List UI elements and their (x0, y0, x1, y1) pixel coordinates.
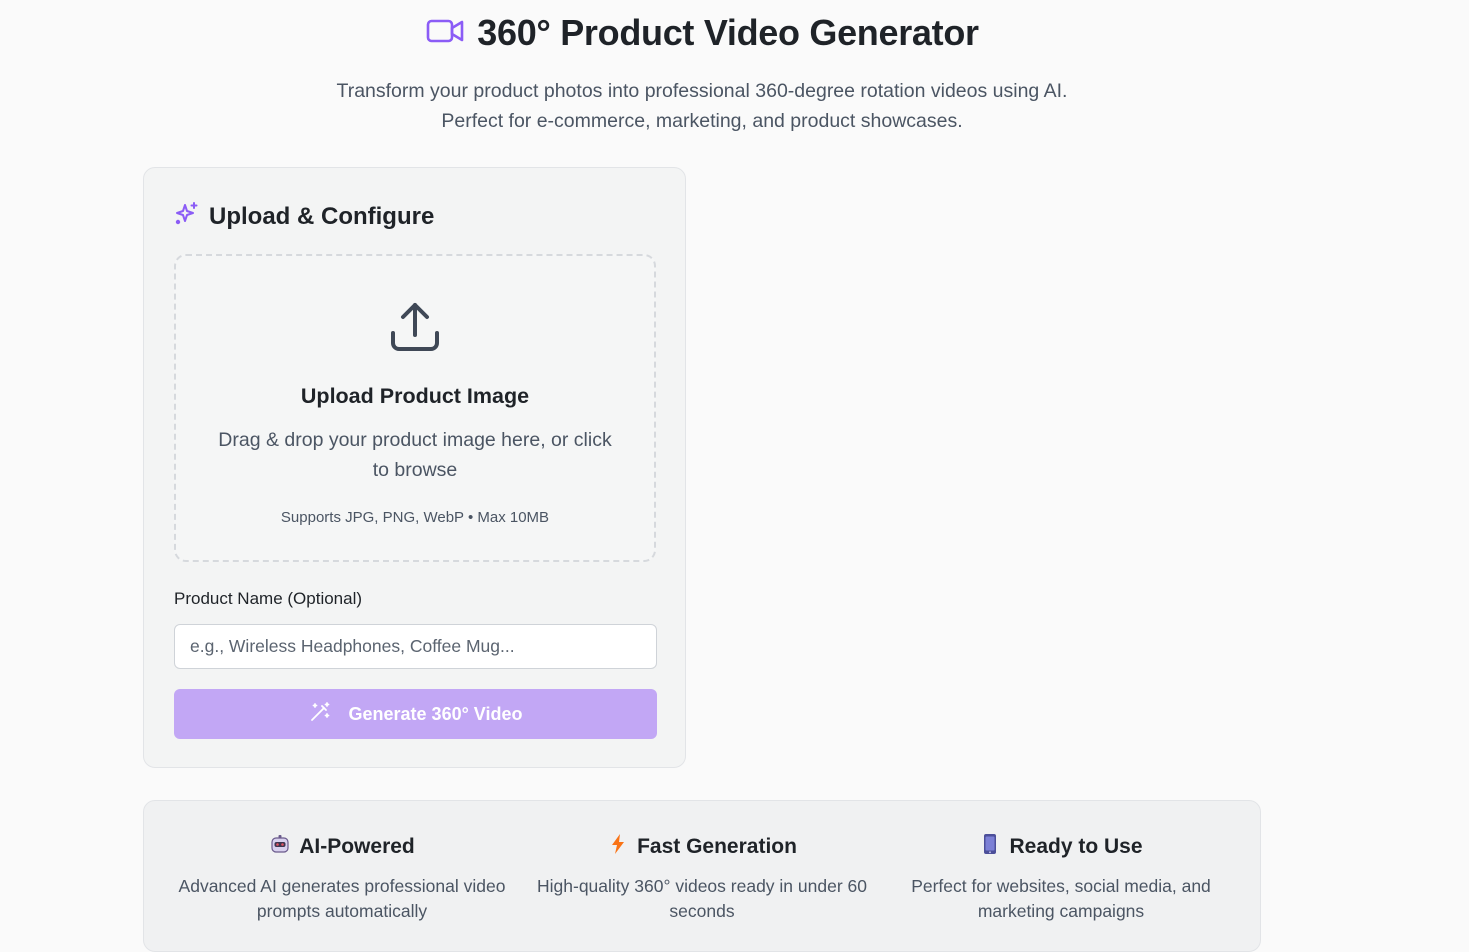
upload-configure-card: Upload & Configure Upload Product Image … (143, 167, 686, 768)
subtitle-line-1: Transform your product photos into profe… (336, 80, 1068, 102)
features-panel: AI-Powered Advanced AI generates profess… (143, 800, 1261, 952)
feature-description: Perfect for websites, social media, and … (911, 876, 1211, 921)
feature-ai-powered: AI-Powered Advanced AI generates profess… (167, 833, 517, 924)
robot-icon (269, 833, 291, 860)
dropzone-title: Upload Product Image (300, 384, 530, 408)
feature-header: AI-Powered (269, 833, 415, 860)
page-header: 360° Product Video Generator Transform y… (0, 12, 1404, 136)
dropzone-file-note: Supports JPG, PNG, WebP • Max 10MB (280, 509, 550, 526)
page: 360° Product Video Generator Transform y… (0, 0, 1469, 952)
card-title: Upload & Configure (209, 202, 435, 230)
upload-icon (391, 303, 439, 351)
feature-header: Fast Generation (607, 833, 797, 860)
generate-video-label: Generate 360° Video (348, 703, 523, 724)
image-dropzone[interactable]: Upload Product Image Drag & drop your pr… (174, 254, 656, 562)
feature-title: Ready to Use (1009, 834, 1143, 858)
dropzone-description: Drag & drop your product image here, or … (218, 429, 612, 481)
product-name-input[interactable] (174, 624, 657, 669)
feature-ready-to-use: Ready to Use Perfect for websites, socia… (886, 833, 1236, 924)
feature-header: Ready to Use (979, 833, 1143, 860)
feature-fast-generation: Fast Generation High-quality 360° videos… (527, 833, 877, 924)
card-header: Upload & Configure (174, 201, 434, 232)
generate-video-button[interactable]: Generate 360° Video (174, 689, 657, 739)
feature-title: Fast Generation (637, 834, 797, 858)
lightning-icon (607, 833, 629, 860)
feature-description: High-quality 360° videos ready in under … (537, 876, 867, 921)
sparkles-icon (174, 201, 200, 232)
feature-title: AI-Powered (299, 834, 415, 858)
mobile-phone-icon (979, 833, 1001, 860)
feature-description: Advanced AI generates professional video… (178, 876, 506, 921)
subtitle-line-2: Perfect for e-commerce, marketing, and p… (441, 110, 963, 132)
title-row: 360° Product Video Generator (425, 12, 979, 54)
magic-wand-icon (309, 701, 331, 728)
page-title: 360° Product Video Generator (477, 12, 979, 53)
video-camera-icon (425, 16, 465, 51)
page-subtitle: Transform your product photos into profe… (0, 76, 1404, 136)
product-name-label: Product Name (Optional) (174, 589, 363, 608)
